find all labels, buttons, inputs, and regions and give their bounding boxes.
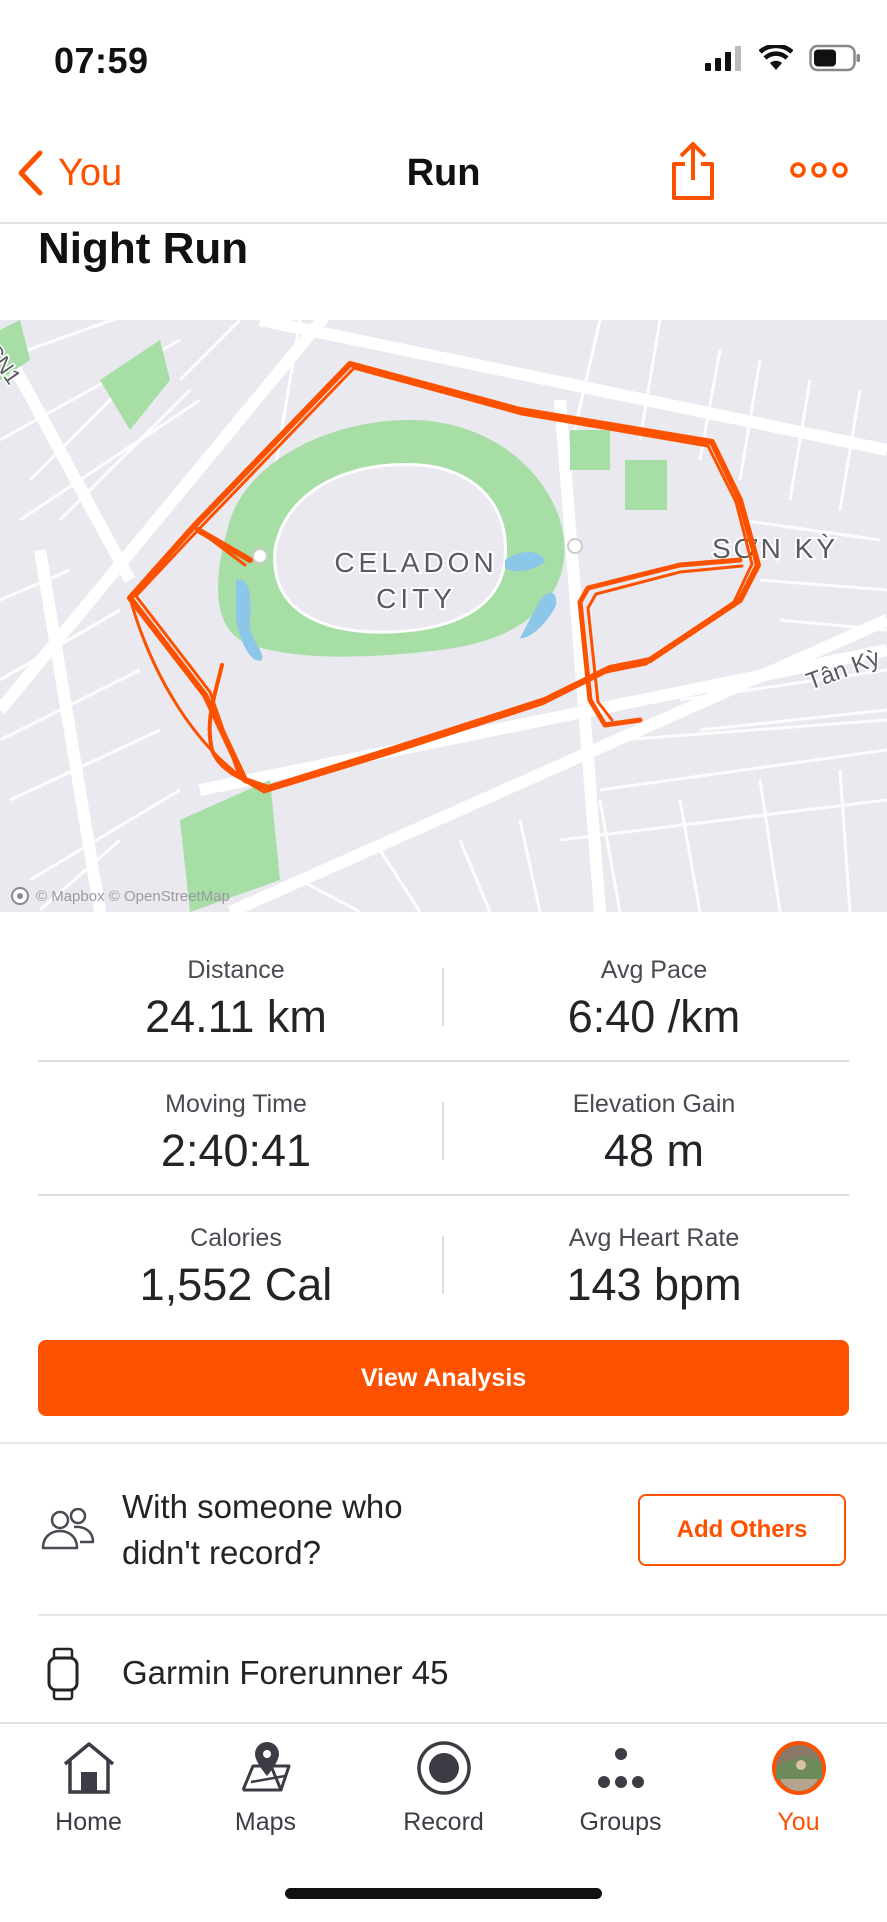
route-map[interactable]: CELADON CITY SƠN KỲ Đường CN1 Tân Kỳ	[0, 320, 887, 912]
stat-label: Calories	[190, 1224, 282, 1252]
wifi-icon	[759, 45, 793, 70]
stat-value: 24.11 km	[145, 991, 327, 1042]
divider	[38, 1194, 849, 1196]
stat-distance: Distance 24.11 km	[26, 956, 446, 1043]
home-indicator[interactable]	[285, 1888, 602, 1899]
stat-avg-pace: Avg Pace 6:40 /km	[444, 956, 864, 1043]
tab-record[interactable]: Record	[355, 1738, 532, 1837]
map-label-city: CITY	[376, 583, 456, 614]
watch-icon	[46, 1647, 80, 1706]
tab-label: Maps	[234, 1808, 297, 1836]
device-name: Garmin Forerunner 45	[122, 1654, 449, 1691]
divider	[38, 1614, 887, 1616]
map-label-celadon: CELADON	[334, 547, 497, 578]
mapbox-logo-icon	[11, 887, 29, 905]
stat-avg-heart-rate: Avg Heart Rate 143 bpm	[444, 1224, 864, 1311]
view-analysis-button[interactable]: View Analysis	[38, 1340, 849, 1416]
tab-label: Groups	[579, 1808, 662, 1836]
activity-title: Night Run	[38, 224, 249, 273]
navigation-bar: You Run	[0, 128, 887, 224]
divider	[38, 1060, 849, 1062]
avatar	[769, 1738, 829, 1798]
people-icon	[40, 1507, 96, 1557]
tab-label: You	[777, 1808, 820, 1836]
home-icon	[59, 1738, 119, 1798]
share-icon	[672, 142, 714, 200]
status-icons	[705, 44, 861, 72]
battery-icon	[809, 44, 860, 72]
stat-moving-time: Moving Time 2:40:41	[26, 1090, 446, 1177]
stat-label: Distance	[187, 956, 285, 984]
group-prompt-text: With someone who didn't record?	[122, 1484, 522, 1576]
stat-label: Elevation Gain	[572, 1090, 736, 1118]
group-prompt-line1: With someone who	[122, 1488, 403, 1525]
stat-label: Avg Heart Rate	[568, 1224, 740, 1252]
stat-value: 6:40 /km	[567, 991, 741, 1042]
tab-home[interactable]: Home	[0, 1738, 177, 1837]
more-options-button[interactable]	[790, 160, 848, 185]
more-icon	[790, 162, 848, 178]
tab-maps[interactable]: Maps	[177, 1738, 354, 1837]
status-time: 07:59	[54, 40, 149, 81]
signal-icon	[705, 46, 741, 71]
stat-value: 2:40:41	[160, 1125, 312, 1176]
stat-label: Moving Time	[165, 1090, 307, 1118]
add-others-button[interactable]: Add Others	[638, 1494, 846, 1566]
stat-label: Avg Pace	[600, 956, 708, 984]
record-icon	[414, 1738, 474, 1798]
tab-label: Home	[55, 1808, 122, 1836]
map-credit-text: © Mapbox © OpenStreetMap	[36, 887, 230, 905]
stat-calories: Calories 1,552 Cal	[26, 1224, 446, 1311]
page-title: Run	[406, 152, 481, 194]
tab-you[interactable]: You	[710, 1738, 887, 1837]
stat-value: 143 bpm	[566, 1259, 742, 1310]
tab-groups[interactable]: Groups	[532, 1738, 709, 1837]
map-attribution[interactable]: © Mapbox © OpenStreetMap	[10, 886, 230, 906]
groups-icon	[591, 1738, 651, 1798]
group-prompt-line2: didn't record?	[122, 1534, 321, 1571]
stat-elevation-gain: Elevation Gain 48 m	[444, 1090, 864, 1177]
share-button[interactable]	[670, 140, 716, 207]
tab-label: Record	[403, 1808, 484, 1836]
divider	[0, 1442, 887, 1444]
stat-value: 1,552 Cal	[139, 1259, 333, 1310]
stat-value: 48 m	[603, 1125, 705, 1176]
maps-icon	[236, 1738, 296, 1798]
